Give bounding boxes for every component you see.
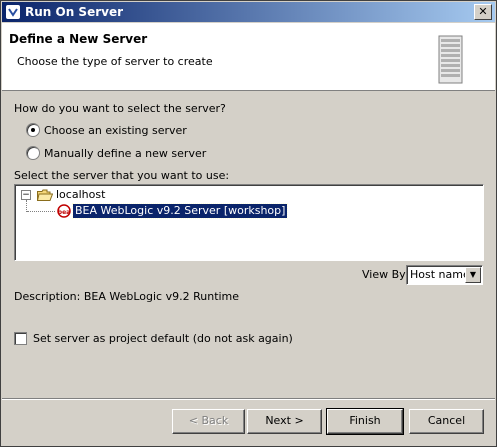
run-on-server-dialog: Run On Server ✕ Define a New Server Choo…: [0, 0, 497, 447]
bea-server-icon: bea: [57, 204, 71, 218]
back-button[interactable]: < Back: [172, 409, 245, 434]
tree-node-localhost[interactable]: localhost: [56, 188, 105, 201]
view-by-dropdown[interactable]: Host name ▼: [406, 265, 483, 285]
radio-label: Manually define a new server: [44, 146, 207, 160]
cancel-button[interactable]: Cancel: [409, 409, 484, 434]
radio-label: Choose an existing server: [44, 123, 187, 137]
checkbox-label: Set server as project default (do not as…: [33, 331, 293, 345]
view-by-value: Host name: [410, 268, 470, 281]
close-icon: ✕: [478, 5, 488, 18]
radio-button[interactable]: [26, 146, 40, 160]
project-default-checkbox[interactable]: [14, 331, 27, 345]
window-title: Run On Server: [25, 5, 124, 19]
wizard-description: Choose the type of server to create: [17, 55, 213, 68]
eclipse-app-icon: [6, 5, 20, 19]
server-tree[interactable]: − localhost bea BEA WebLogic v9.2 Server…: [14, 184, 484, 261]
bea-icon-text: bea: [58, 209, 70, 216]
next-button[interactable]: Next >: [247, 409, 322, 434]
button-separator: [2, 398, 495, 400]
tree-node-weblogic-server[interactable]: BEA WebLogic v9.2 Server [workshop]: [71, 203, 289, 219]
server-tower-icon: [438, 35, 463, 84]
wizard-header: Define a New Server Choose the type of s…: [2, 23, 495, 91]
selection-question: How do you want to select the server?: [14, 102, 226, 115]
server-description: Description: BEA WebLogic v9.2 Runtime: [14, 290, 240, 303]
view-by-label: View By:: [362, 268, 409, 281]
server-list-label: Select the server that you want to use:: [14, 169, 230, 182]
title-bar[interactable]: Run On Server ✕: [2, 2, 495, 22]
finish-button[interactable]: Finish: [326, 408, 404, 435]
radio-manual-server[interactable]: Manually define a new server: [26, 145, 206, 161]
tree-line: [27, 211, 55, 212]
radio-button[interactable]: [26, 123, 40, 137]
folder-open-icon: [37, 189, 53, 201]
close-button[interactable]: ✕: [474, 4, 492, 20]
collapse-toggle[interactable]: −: [21, 190, 31, 200]
radio-existing-server[interactable]: Choose an existing server: [26, 122, 187, 138]
project-default-option[interactable]: Set server as project default (do not as…: [14, 331, 293, 345]
wizard-title: Define a New Server: [9, 32, 148, 46]
chevron-down-icon[interactable]: ▼: [465, 267, 481, 283]
